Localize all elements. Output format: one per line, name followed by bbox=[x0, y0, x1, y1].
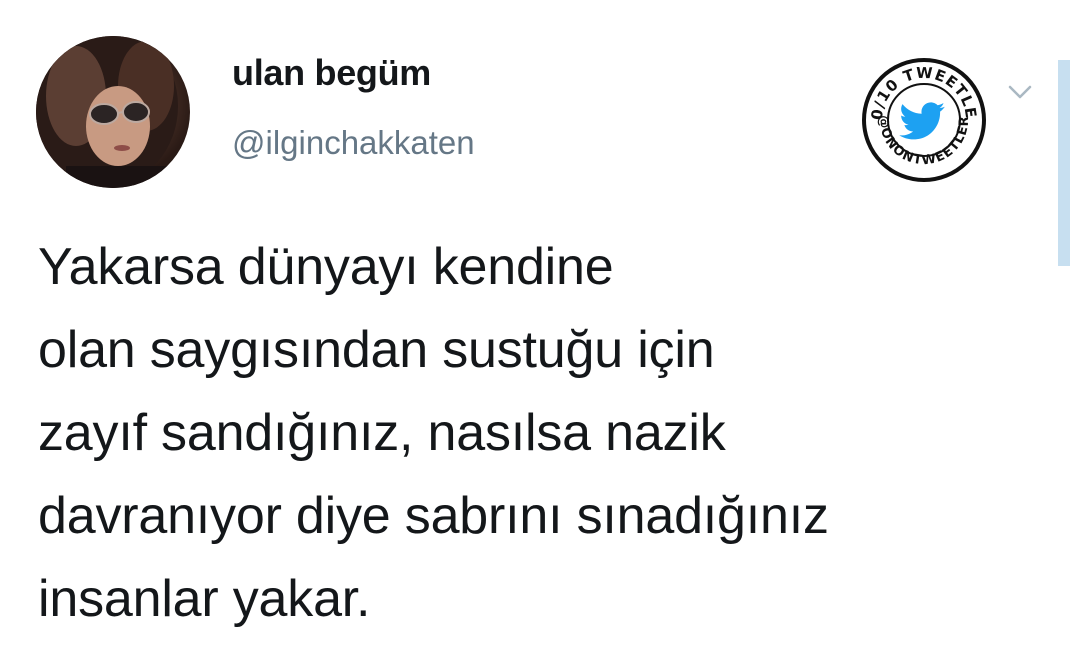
user-handle[interactable]: @ilginchakkaten bbox=[232, 124, 475, 162]
tweet-line: zayıf sandığınız, nasılsa nazik bbox=[38, 404, 726, 462]
scrollbar[interactable] bbox=[1058, 60, 1070, 266]
tweet-line: insanlar yakar. bbox=[38, 570, 371, 628]
chevron-down-icon[interactable] bbox=[1004, 80, 1036, 104]
avatar[interactable] bbox=[36, 36, 190, 188]
tweet-card: ulan begüm @ilginchakkaten 10/10 TWEETLE… bbox=[0, 0, 1070, 672]
display-name[interactable]: ulan begüm bbox=[232, 52, 431, 94]
tweet-line: olan saygısından sustuğu için bbox=[38, 321, 715, 379]
tweet-line: davranıyor diye sabrını sınadığınız bbox=[38, 487, 829, 545]
tweet-line: Yakarsa dünyayı kendine bbox=[38, 238, 614, 296]
tweet-text: Yakarsa dünyayı kendine olan saygısından… bbox=[38, 226, 1028, 641]
watermark-badge: 10/10 TWEETLER @ONONTWEETLER bbox=[854, 42, 988, 184]
